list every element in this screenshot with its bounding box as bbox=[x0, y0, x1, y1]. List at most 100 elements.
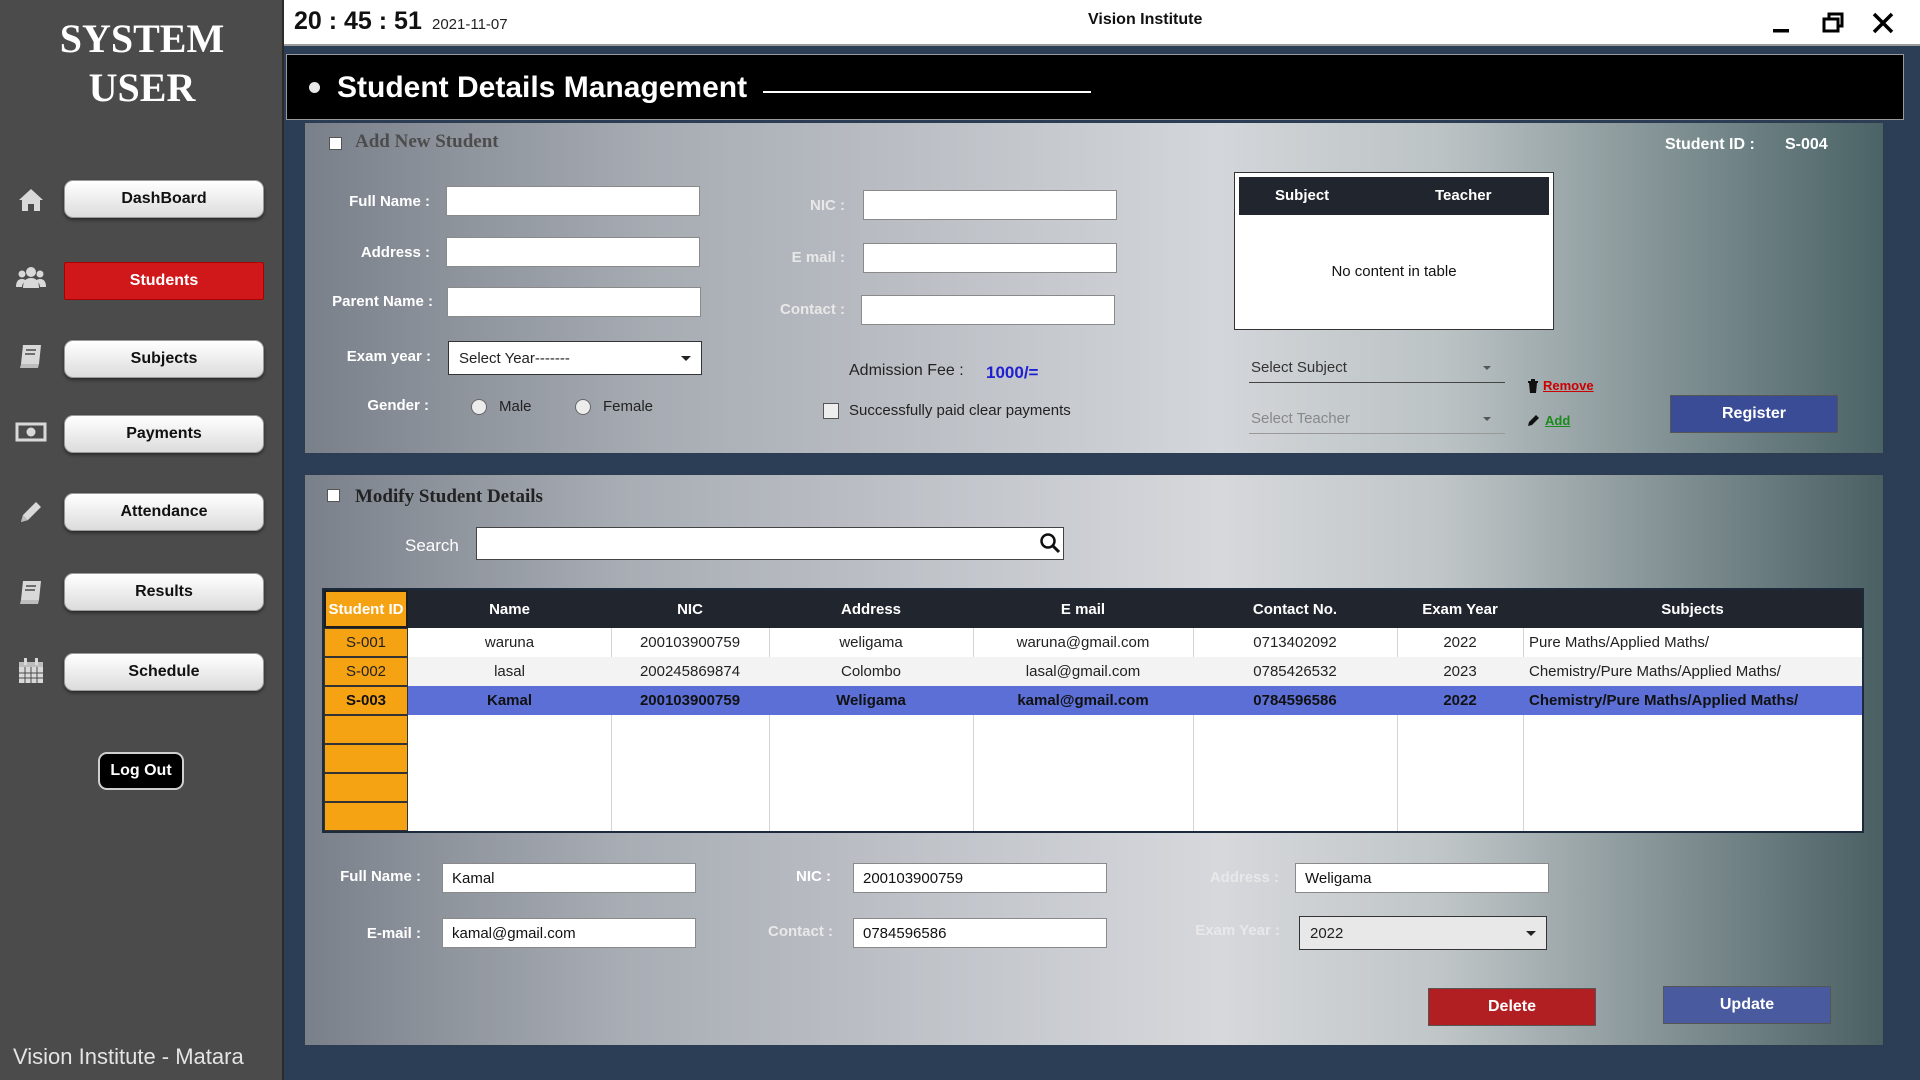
brand: SYSTEM USER bbox=[0, 14, 284, 112]
teacher-select-value: Select Teacher bbox=[1251, 410, 1350, 427]
cell-contact: 0784596586 bbox=[1253, 692, 1337, 709]
date: 2021-11-07 bbox=[432, 16, 508, 33]
sidebar-item-subjects[interactable]: Subjects bbox=[64, 340, 264, 378]
edit-full-name-input[interactable]: Kamal bbox=[442, 863, 696, 893]
edit-nic-input[interactable]: 200103900759 bbox=[853, 863, 1107, 893]
section-checkbox[interactable] bbox=[329, 137, 342, 150]
teacher-select[interactable]: Select Teacher bbox=[1249, 404, 1505, 434]
pencil-icon[interactable] bbox=[1527, 414, 1540, 427]
app-title: Vision Institute bbox=[1088, 11, 1203, 28]
book-icon bbox=[20, 581, 41, 604]
sidebar: SYSTEM USER DashBoard Students Subjects … bbox=[0, 0, 284, 1080]
table-row-selected[interactable]: S-003 Kamal 200103900759 Weligama kamal@… bbox=[324, 686, 1862, 715]
column-header-subjects[interactable]: Subjects bbox=[1523, 590, 1862, 628]
chevron-down-icon bbox=[1526, 931, 1536, 936]
table-row[interactable]: S-001 waruna 200103900759 weligama warun… bbox=[324, 628, 1862, 657]
cell-name: waruna bbox=[484, 634, 535, 651]
student-id-value: S-004 bbox=[1785, 136, 1828, 153]
admission-fee-value: 1000/= bbox=[986, 363, 1039, 382]
cell-nic: 200245869874 bbox=[639, 663, 741, 680]
contact-input[interactable] bbox=[861, 295, 1115, 325]
search-input[interactable] bbox=[476, 527, 1064, 560]
close-icon[interactable] bbox=[1868, 8, 1898, 38]
cell-email: lasal@gmail.com bbox=[1025, 663, 1141, 680]
money-icon bbox=[15, 422, 47, 442]
column-header-contact[interactable]: Contact No. bbox=[1193, 590, 1397, 628]
edit-email-input[interactable]: kamal@gmail.com bbox=[442, 918, 696, 948]
empty-id-cell bbox=[324, 802, 408, 831]
gender-male-radio[interactable] bbox=[471, 399, 487, 415]
header-bullet bbox=[309, 82, 320, 93]
cell-nic: 200103900759 bbox=[639, 692, 741, 709]
chevron-down-icon bbox=[1483, 366, 1491, 370]
edit-address-label: Address : bbox=[1209, 869, 1279, 886]
update-button[interactable]: Update bbox=[1663, 986, 1831, 1024]
cell-exam-year: 2022 bbox=[1443, 692, 1477, 709]
sidebar-item-results[interactable]: Results bbox=[64, 573, 264, 611]
edit-nic-label: NIC : bbox=[796, 868, 831, 885]
add-student-panel: Add New Student Student ID : S-004 Full … bbox=[304, 122, 1884, 454]
remove-link[interactable]: Remove bbox=[1543, 378, 1594, 393]
gender-label: Gender : bbox=[367, 397, 429, 414]
cell-subjects: Chemistry/Pure Maths/Applied Maths/ bbox=[1529, 663, 1781, 680]
teacher-column-header: Teacher bbox=[1435, 187, 1492, 204]
parent-name-input[interactable] bbox=[447, 287, 701, 317]
section-checkbox[interactable] bbox=[327, 489, 340, 502]
minimize-icon[interactable] bbox=[1766, 8, 1796, 38]
cell-student-id: S-001 bbox=[324, 628, 408, 657]
sidebar-item-label: Students bbox=[129, 272, 199, 289]
cell-contact: 0713402092 bbox=[1253, 634, 1337, 651]
logout-button[interactable]: Log Out bbox=[98, 752, 184, 790]
column-header-student-id[interactable]: Student ID bbox=[324, 590, 408, 628]
column-header-name[interactable]: Name bbox=[408, 590, 611, 628]
empty-id-cell bbox=[324, 773, 408, 802]
gender-male-label: Male bbox=[499, 398, 532, 415]
column-header-exam-year[interactable]: Exam Year bbox=[1397, 590, 1523, 628]
students-table-header: Student ID Name NIC Address E mail Conta… bbox=[324, 590, 1862, 628]
contact-label: Contact : bbox=[780, 301, 845, 318]
edit-address-input[interactable]: Weligama bbox=[1295, 863, 1549, 893]
sidebar-item-label: Attendance bbox=[120, 503, 208, 520]
subject-select[interactable]: Select Subject bbox=[1249, 353, 1505, 383]
add-student-title: Add New Student bbox=[355, 131, 499, 152]
restore-icon[interactable] bbox=[1818, 8, 1848, 38]
table-row[interactable]: S-002 lasal 200245869874 Colombo lasal@g… bbox=[324, 657, 1862, 686]
students-table: Student ID Name NIC Address E mail Conta… bbox=[322, 588, 1864, 833]
search-icon[interactable] bbox=[1039, 532, 1061, 554]
cell-name: Kamal bbox=[486, 692, 533, 709]
paid-checkbox[interactable] bbox=[823, 403, 839, 419]
brand-line-1: SYSTEM bbox=[59, 16, 225, 61]
gender-female-radio[interactable] bbox=[575, 399, 591, 415]
subject-select-value: Select Subject bbox=[1251, 359, 1347, 376]
cell-nic: 200103900759 bbox=[639, 634, 741, 651]
footer-label: Vision Institute - Matara bbox=[13, 1044, 244, 1069]
nic-input[interactable] bbox=[863, 190, 1117, 220]
register-button[interactable]: Register bbox=[1670, 395, 1838, 433]
edit-contact-input[interactable]: 0784596586 bbox=[853, 918, 1107, 948]
cell-address: Weligama bbox=[836, 692, 906, 709]
email-input[interactable] bbox=[863, 243, 1117, 273]
sidebar-item-dashboard[interactable]: DashBoard bbox=[64, 180, 264, 218]
column-header-address[interactable]: Address bbox=[769, 590, 973, 628]
admission-fee-label: Admission Fee : bbox=[849, 362, 964, 379]
cell-subjects: Chemistry/Pure Maths/Applied Maths/ bbox=[1529, 692, 1799, 709]
trash-icon[interactable] bbox=[1527, 379, 1539, 393]
title-bar: 20 : 45 : 51 2021-11-07 Vision Institute bbox=[284, 0, 1920, 46]
address-input[interactable] bbox=[446, 237, 700, 267]
sidebar-item-attendance[interactable]: Attendance bbox=[64, 493, 264, 531]
edit-exam-year-select[interactable]: 2022 bbox=[1299, 916, 1547, 950]
chevron-down-icon bbox=[1483, 417, 1491, 421]
full-name-input[interactable] bbox=[446, 186, 700, 216]
sidebar-item-schedule[interactable]: Schedule bbox=[64, 653, 264, 691]
column-header-email[interactable]: E mail bbox=[973, 590, 1193, 628]
sidebar-item-students[interactable]: Students bbox=[64, 262, 264, 300]
add-link[interactable]: Add bbox=[1545, 413, 1570, 428]
column-header-nic[interactable]: NIC bbox=[611, 590, 769, 628]
pencil-icon bbox=[21, 502, 41, 522]
sidebar-item-payments[interactable]: Payments bbox=[64, 415, 264, 453]
header-underline bbox=[763, 91, 1091, 93]
delete-button[interactable]: Delete bbox=[1428, 988, 1596, 1026]
exam-year-select[interactable]: Select Year------- bbox=[448, 341, 702, 375]
home-icon bbox=[19, 189, 43, 211]
page-title: Student Details Management bbox=[337, 71, 748, 104]
